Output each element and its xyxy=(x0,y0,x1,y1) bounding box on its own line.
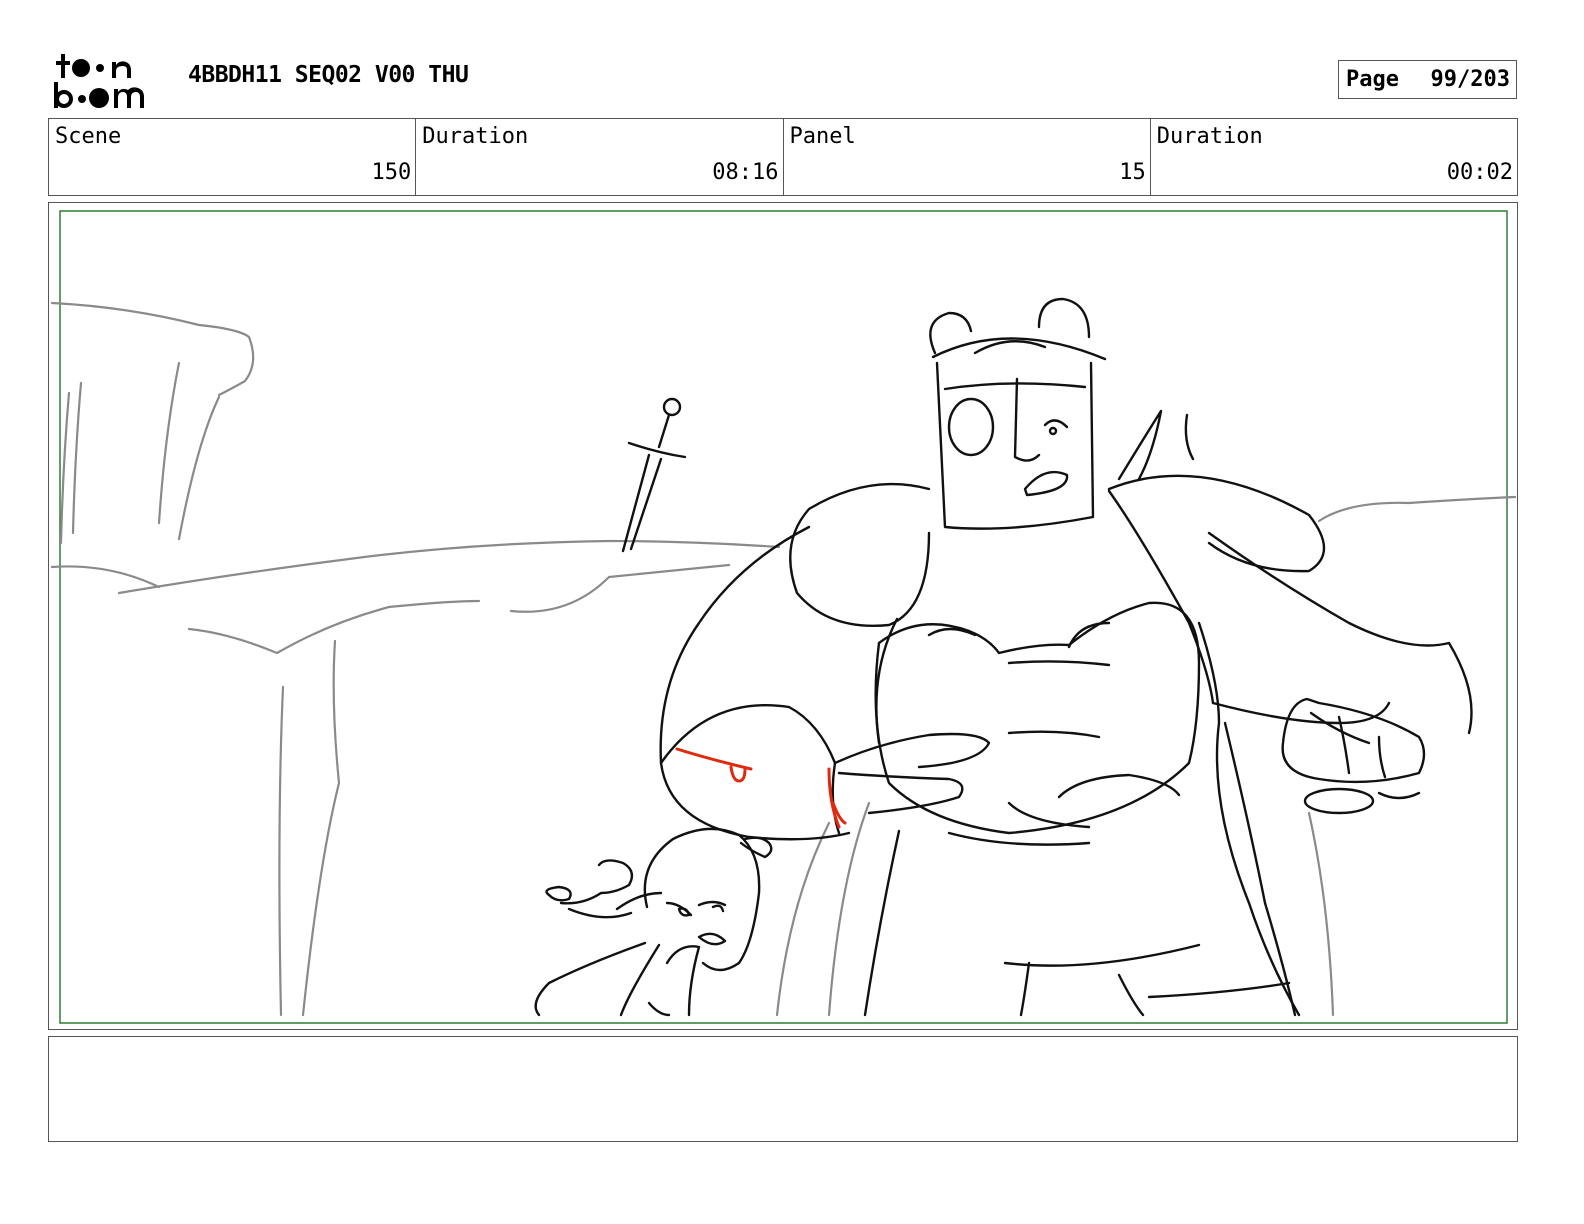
page-label: Page xyxy=(1346,67,1399,92)
panel-value: 15 xyxy=(1119,160,1146,185)
armored-character-sketch xyxy=(659,297,1473,1017)
panel-duration-label: Duration xyxy=(1156,124,1263,149)
document-title: 4BBDH11 SEQ02 V00 THU xyxy=(188,62,469,88)
safe-frame xyxy=(59,210,1508,1024)
scene-value: 150 xyxy=(371,160,412,185)
scene-label: Scene xyxy=(55,124,122,149)
blood-accent-sketch xyxy=(675,747,847,829)
scene-duration-cell: Duration 08:16 xyxy=(416,119,784,195)
panel-label: Panel xyxy=(789,124,856,149)
panel-duration-value: 00:02 xyxy=(1446,160,1513,185)
page-indicator: Page 99/203 xyxy=(1338,60,1517,99)
scene-duration-label: Duration xyxy=(422,124,529,149)
panel-duration-cell: Duration 00:02 xyxy=(1151,119,1517,195)
toon-boom-logo xyxy=(54,54,144,108)
storyboard-panel xyxy=(48,202,1518,1030)
background-sketch xyxy=(50,301,1517,1017)
scene-info-table: Scene 150 Duration 08:16 Panel 15 Durati… xyxy=(48,118,1518,196)
scene-duration-value: 08:16 xyxy=(712,160,779,185)
panel-cell: Panel 15 xyxy=(784,119,1151,195)
page-number: 99/203 xyxy=(1430,67,1510,92)
panel-notes-box[interactable] xyxy=(48,1036,1518,1142)
scene-cell: Scene 150 xyxy=(49,119,417,195)
sword-sketch xyxy=(621,397,687,553)
storyboard-sketch xyxy=(50,210,1517,1024)
girl-character-sketch xyxy=(534,827,773,1017)
